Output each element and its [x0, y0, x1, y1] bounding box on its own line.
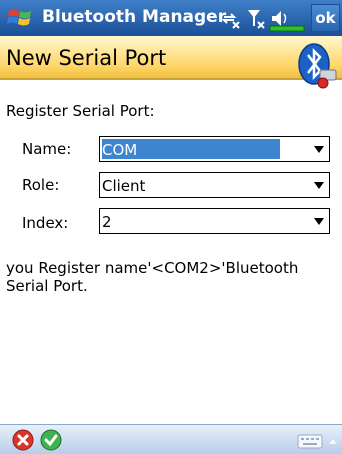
name-value: COM	[102, 141, 138, 159]
chevron-down-icon[interactable]	[314, 218, 324, 225]
app-title: Bluetooth Manager	[42, 7, 227, 27]
role-value: Client	[102, 177, 146, 195]
bluetooth-icon	[298, 43, 337, 89]
volume-icon	[272, 11, 287, 26]
bottom-bar	[0, 424, 342, 454]
confirm-icon[interactable]	[40, 429, 62, 451]
index-label: Index:	[22, 214, 69, 232]
role-label: Role:	[22, 176, 60, 194]
signal-icon	[248, 10, 265, 29]
status-icons[interactable]	[220, 6, 310, 32]
battery-icon	[269, 25, 305, 32]
chevron-down-icon[interactable]	[314, 146, 324, 153]
section-label: Register Serial Port:	[6, 102, 155, 120]
role-dropdown[interactable]: Client	[99, 172, 330, 198]
page-title: New Serial Port	[6, 46, 167, 70]
title-bar: Bluetooth Manager ok	[0, 0, 342, 36]
page-header: New Serial Port	[0, 36, 342, 80]
index-value: 2	[102, 213, 112, 231]
name-dropdown[interactable]: COM	[99, 136, 330, 162]
cancel-icon[interactable]	[12, 429, 34, 451]
status-message: you Register name'<COM2>'Bluetooth Seria…	[6, 259, 299, 295]
ok-button[interactable]: ok	[311, 4, 340, 32]
name-label: Name:	[22, 140, 72, 158]
windows-start-icon[interactable]	[6, 6, 34, 30]
index-dropdown[interactable]: 2	[99, 208, 330, 234]
keyboard-icon[interactable]	[296, 432, 340, 450]
chevron-down-icon[interactable]	[314, 182, 324, 189]
connectivity-icon	[221, 13, 240, 29]
